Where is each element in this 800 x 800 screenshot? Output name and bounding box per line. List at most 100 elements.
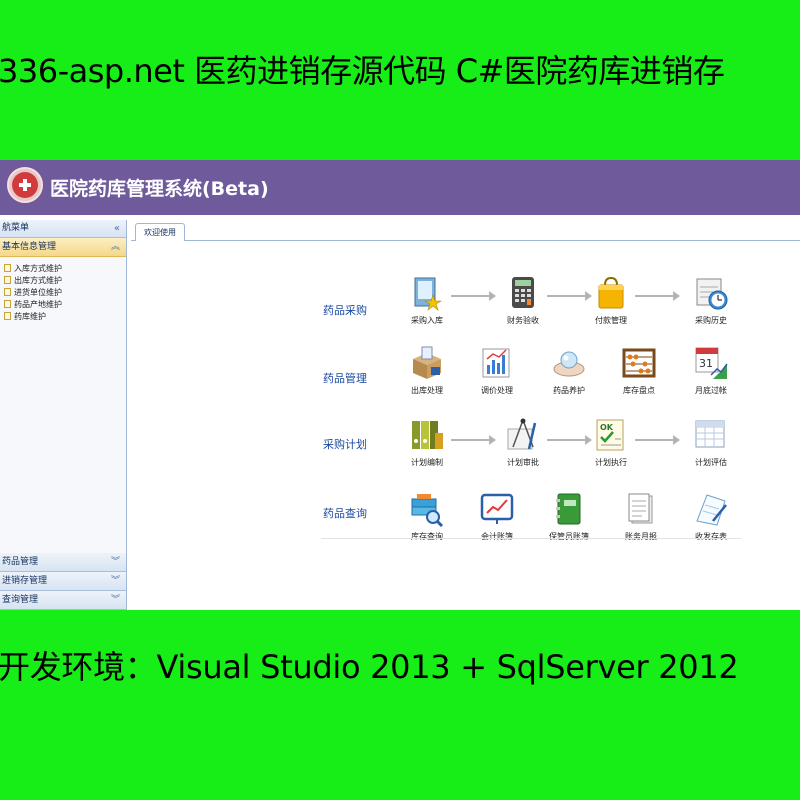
document-icon bbox=[4, 288, 11, 296]
step-label: 账务月报 bbox=[625, 532, 657, 541]
double-chevron-down-icon[interactable]: ︾ bbox=[111, 572, 120, 590]
double-chevron-down-icon[interactable]: ︾ bbox=[111, 553, 120, 571]
step-accounting-book[interactable]: 会计账簿 bbox=[467, 491, 527, 542]
sidebar-item-warehouse[interactable]: 药库维护 bbox=[4, 311, 126, 323]
document-pen-icon bbox=[693, 491, 729, 527]
row-label-purchase-plan: 采购计划 bbox=[323, 438, 367, 451]
double-chevron-left-icon[interactable]: « bbox=[114, 220, 120, 237]
step-label: 财务验收 bbox=[507, 316, 539, 325]
step-label: 药品养护 bbox=[553, 386, 585, 395]
step-drug-care[interactable]: 药品养护 bbox=[539, 345, 599, 396]
database-search-icon bbox=[409, 491, 445, 528]
row-label-drug-query: 药品查询 bbox=[323, 507, 367, 520]
svg-text:31: 31 bbox=[699, 357, 713, 370]
row-label-drug-management: 药品管理 bbox=[323, 372, 367, 385]
document-icon bbox=[4, 300, 11, 308]
flow-arrow bbox=[635, 435, 680, 445]
sidebar-collapsed-groups: 药品管理 ︾ 进销存管理 ︾ 查询管理 ︾ bbox=[0, 553, 126, 610]
flow-arrow bbox=[451, 291, 496, 301]
box-out-icon bbox=[409, 345, 445, 381]
svg-text:OK: OK bbox=[600, 423, 614, 432]
bottom-banner: 开发环境：Visual Studio 2013 + SqlServer 2012 bbox=[0, 610, 800, 800]
bottom-banner-text: 开发环境：Visual Studio 2013 + SqlServer 2012 bbox=[0, 648, 739, 686]
step-label: 保管员账簿 bbox=[549, 532, 589, 541]
abacus-icon bbox=[621, 345, 657, 381]
sidebar-item-inbound-method[interactable]: 入库方式维护 bbox=[4, 263, 126, 275]
calendar-chart-icon: 31 bbox=[693, 345, 729, 381]
divider bbox=[321, 538, 741, 539]
step-label: 收发存表 bbox=[695, 532, 727, 541]
hospital-cross-logo-icon bbox=[7, 167, 43, 203]
flow-arrow bbox=[635, 291, 680, 301]
top-banner-text: 336-asp.net 医药进销存源代码 C#医院药库进销存 bbox=[0, 52, 725, 90]
binders-icon bbox=[409, 417, 445, 453]
ok-checklist-icon: OK bbox=[593, 417, 629, 453]
step-label: 计划编制 bbox=[411, 458, 443, 467]
report-pages-icon bbox=[623, 491, 659, 527]
step-purchase-inbound[interactable]: 采购入库 bbox=[397, 275, 457, 326]
step-plan-execute[interactable]: OK 计划执行 bbox=[581, 417, 641, 468]
step-label: 付款管理 bbox=[595, 316, 627, 325]
sidebar-header: 航菜单 « bbox=[0, 220, 126, 238]
sidebar-header-label: 航菜单 bbox=[2, 223, 30, 233]
step-label: 计划执行 bbox=[595, 458, 627, 467]
calculator-icon bbox=[505, 275, 541, 311]
shopping-bag-icon bbox=[593, 275, 629, 311]
step-label: 计划审批 bbox=[507, 458, 539, 467]
step-stocktake[interactable]: 库存盘点 bbox=[609, 345, 669, 396]
step-payment[interactable]: 付款管理 bbox=[581, 275, 641, 326]
hands-care-icon bbox=[551, 345, 587, 381]
flow-arrow bbox=[451, 435, 496, 445]
sidebar-item-list: 入库方式维护 出库方式维护 进货单位维护 药品产地维护 药库维护 bbox=[0, 257, 126, 547]
double-chevron-up-icon[interactable]: ︽ bbox=[111, 238, 120, 256]
sidebar-item-supplier[interactable]: 进货单位维护 bbox=[4, 287, 126, 299]
green-book-icon bbox=[551, 491, 587, 527]
step-label: 采购入库 bbox=[411, 316, 443, 325]
step-month-end[interactable]: 31 月底过帐 bbox=[681, 345, 741, 396]
step-label: 库存查询 bbox=[411, 532, 443, 541]
sidebar-group-basic-info[interactable]: 基本信息管理 ︽ bbox=[0, 238, 126, 257]
sidebar-group-drug-management[interactable]: 药品管理 ︾ bbox=[0, 553, 126, 572]
title-bar: 医院药库管理系统(Beta) bbox=[0, 160, 800, 215]
spreadsheet-icon bbox=[693, 417, 729, 453]
step-label: 计划评估 bbox=[695, 458, 727, 467]
step-finance-check[interactable]: 财务验收 bbox=[493, 275, 553, 326]
step-label: 库存盘点 bbox=[623, 386, 655, 395]
compass-icon bbox=[505, 417, 541, 453]
sidebar: 航菜单 « 基本信息管理 ︽ 入库方式维护 出库方式维护 进货单位维护 药品产地… bbox=[0, 220, 127, 610]
step-label: 调价处理 bbox=[481, 386, 513, 395]
top-banner: 336-asp.net 医药进销存源代码 C#医院药库进销存 bbox=[0, 0, 800, 160]
document-icon bbox=[4, 264, 11, 272]
app-title: 医院药库管理系统(Beta) bbox=[50, 178, 269, 200]
sidebar-group-query[interactable]: 查询管理 ︾ bbox=[0, 591, 126, 610]
sidebar-group-inventory[interactable]: 进销存管理 ︾ bbox=[0, 572, 126, 591]
step-label: 采购历史 bbox=[695, 316, 727, 325]
step-plan-evaluate[interactable]: 计划评估 bbox=[681, 417, 741, 468]
main-content: 欢迎使用 药品采购 采购入库 财务验收 付款管理 采购历史 药品管理 出库处理 … bbox=[131, 220, 800, 610]
step-purchase-history[interactable]: 采购历史 bbox=[681, 275, 741, 326]
row-label-purchase: 药品采购 bbox=[323, 304, 367, 317]
sidebar-group-label: 基本信息管理 bbox=[2, 242, 57, 252]
calendar-clock-icon bbox=[693, 275, 729, 311]
step-price-adjust[interactable]: 调价处理 bbox=[467, 345, 527, 396]
tab-bar: 欢迎使用 bbox=[131, 220, 800, 241]
step-plan-approve[interactable]: 计划审批 bbox=[493, 417, 553, 468]
step-stock-query[interactable]: 库存查询 bbox=[397, 491, 457, 542]
step-plan-compose[interactable]: 计划编制 bbox=[397, 417, 457, 468]
document-star-icon bbox=[409, 275, 445, 311]
tab-welcome[interactable]: 欢迎使用 bbox=[135, 223, 185, 241]
step-keeper-book[interactable]: 保管员账簿 bbox=[539, 491, 599, 542]
sidebar-item-origin[interactable]: 药品产地维护 bbox=[4, 299, 126, 311]
double-chevron-down-icon[interactable]: ︾ bbox=[111, 591, 120, 609]
app-window: 医院药库管理系统(Beta) 航菜单 « 基本信息管理 ︽ 入库方式维护 出库方… bbox=[0, 160, 800, 610]
step-inout-table[interactable]: 收发存表 bbox=[681, 491, 741, 542]
step-label: 会计账簿 bbox=[481, 532, 513, 541]
document-icon bbox=[4, 276, 11, 284]
step-label: 出库处理 bbox=[411, 386, 443, 395]
step-monthly-report[interactable]: 账务月报 bbox=[611, 491, 671, 542]
document-icon bbox=[4, 312, 11, 320]
trend-board-icon bbox=[479, 491, 515, 527]
chart-pencil-icon bbox=[479, 345, 515, 381]
step-outbound[interactable]: 出库处理 bbox=[397, 345, 457, 396]
sidebar-item-outbound-method[interactable]: 出库方式维护 bbox=[4, 275, 126, 287]
